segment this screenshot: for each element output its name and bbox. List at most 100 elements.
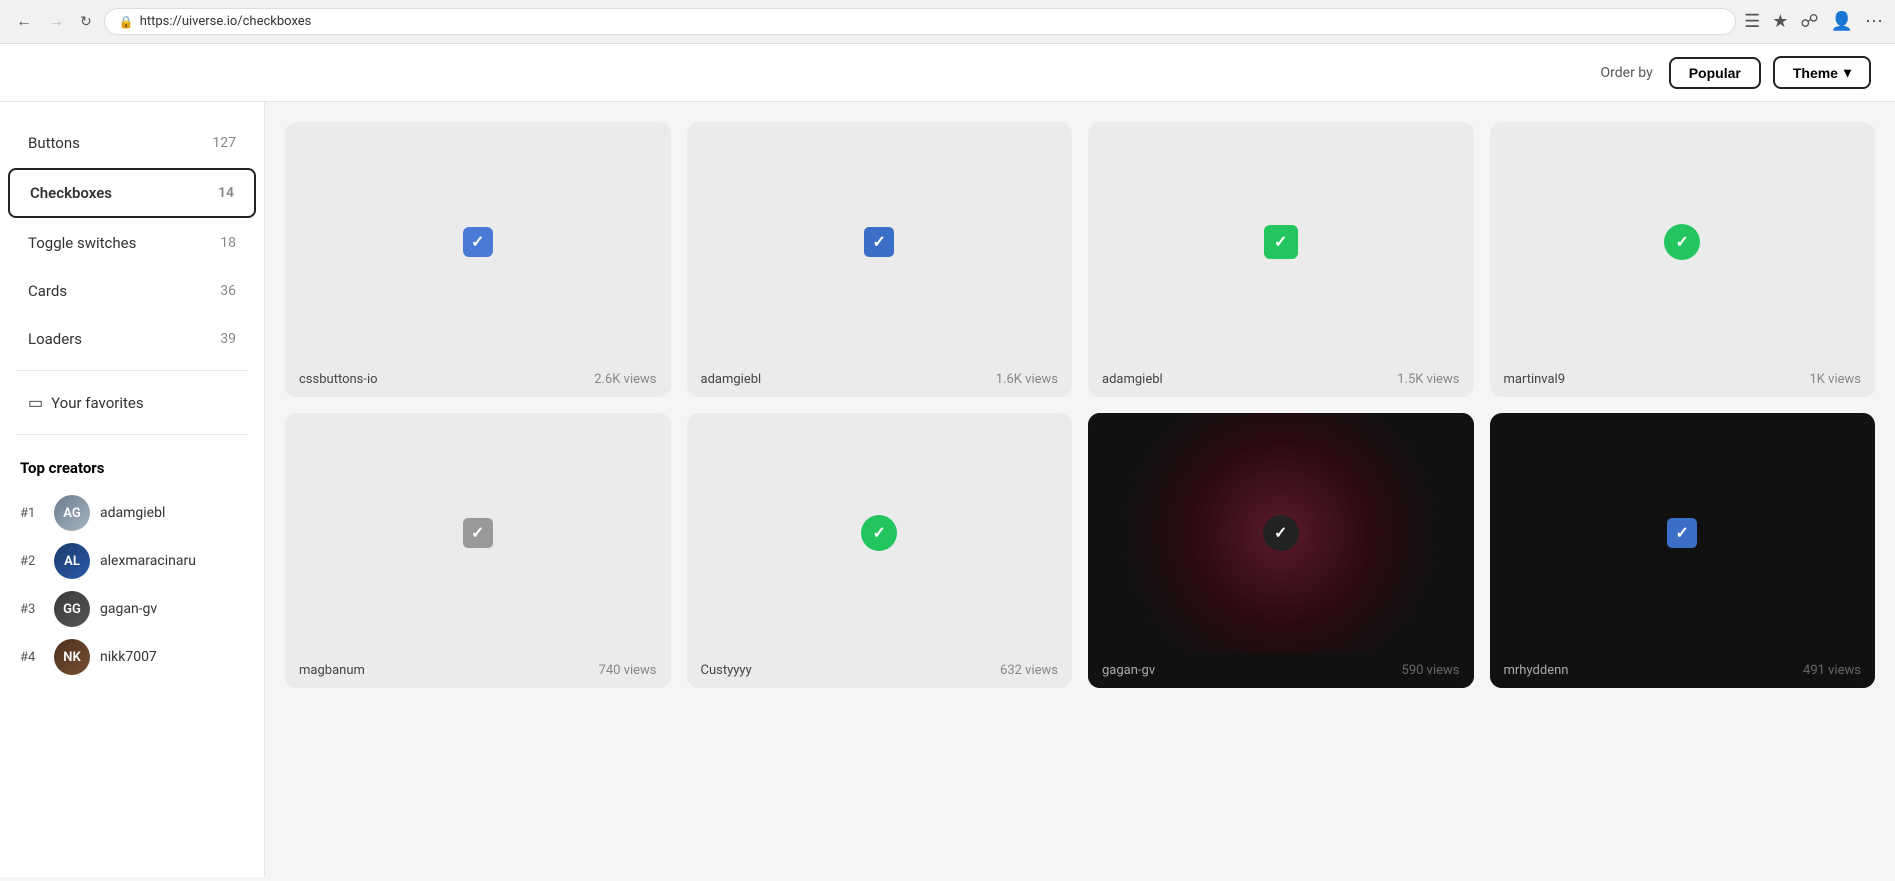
sidebar-item-label: Checkboxes	[30, 184, 112, 202]
checkbox-icon: ✓	[463, 227, 493, 257]
sidebar-divider-2	[16, 434, 248, 435]
checkbox-icon: ✓	[861, 515, 897, 551]
popular-button[interactable]: Popular	[1669, 57, 1761, 89]
card-views: 491 views	[1803, 663, 1861, 678]
card-author: adamgiebl	[701, 372, 762, 387]
card-preview: ✓	[285, 122, 671, 362]
card-author: cssbuttons-io	[299, 372, 378, 387]
card-footer: magbanum 740 views	[285, 653, 671, 688]
content-area: Buttons 127 Checkboxes 14 Toggle switches 18 C…	[0, 102, 1895, 877]
card-item[interactable]: ✓ adamgiebl 1.5K views	[1088, 122, 1474, 397]
card-preview: ✓	[1490, 413, 1876, 653]
creator-avatar: NK	[54, 639, 90, 675]
card-views: 1.5K views	[1397, 372, 1459, 387]
card-author: Custyyyy	[701, 663, 752, 678]
creator-item-4[interactable]: #4 NK nikk7007	[20, 633, 244, 681]
creator-avatar: GG	[54, 591, 90, 627]
back-button[interactable]: ←	[12, 9, 36, 35]
sidebar-item-buttons[interactable]: Buttons 127	[8, 120, 256, 166]
card-preview: ✓	[285, 413, 671, 653]
card-preview: ✓	[1088, 413, 1474, 653]
sidebar-item-cards[interactable]: Cards36	[8, 268, 256, 314]
page-wrapper: Order by Popular Theme ▾ Buttons 127 Check…	[0, 44, 1895, 877]
creator-item-1[interactable]: #1 AG adamgiebl	[20, 489, 244, 537]
sidebar-item-loaders[interactable]: Loaders 39	[8, 316, 256, 362]
creator-avatar: AL	[54, 543, 90, 579]
card-views: 1.6K views	[996, 372, 1058, 387]
sidebar-item-count: 14	[218, 185, 234, 201]
card-item[interactable]: ✓ mrhyddenn 491 views	[1490, 413, 1876, 688]
theme-button[interactable]: Theme ▾	[1773, 56, 1871, 89]
menu-icon[interactable]: ⋯	[1865, 11, 1883, 32]
sidebar-item-toggle-switches[interactable]: Toggle switches 18	[8, 220, 256, 266]
creator-avatar: AG	[54, 495, 90, 531]
chevron-down-icon: ▾	[1844, 64, 1851, 81]
top-creators-title: Top creators	[20, 459, 244, 477]
creator-name: alexmaracinaru	[100, 553, 196, 569]
sidebar-item-count: 39	[220, 331, 236, 347]
sidebar: Buttons 127 Checkboxes 14 Toggle switches 18 C…	[0, 102, 265, 877]
url-text: https://uiverse.io/checkboxes	[140, 14, 312, 29]
lock-icon: 🔒	[119, 15, 134, 29]
creator-item-2[interactable]: #2 AL alexmaracinaru	[20, 537, 244, 585]
card-views: 1K views	[1809, 372, 1861, 387]
star-icon[interactable]: ★	[1772, 11, 1788, 32]
creator-name: gagan-gv	[100, 601, 157, 617]
card-views: 2.6K views	[594, 372, 656, 387]
card-item[interactable]: ✓ martinval9 1K views	[1490, 122, 1876, 397]
main-content: ✓ cssbuttons-io 2.6K views ✓ adamgiebl 1…	[265, 102, 1895, 877]
card-item[interactable]: ✓ Custyyyy 632 views	[687, 413, 1073, 688]
favorites-item[interactable]: ▭ Your favorites	[8, 379, 256, 426]
checkbox-icon: ✓	[1664, 224, 1700, 260]
checkbox-icon: ✓	[1264, 225, 1298, 259]
card-item[interactable]: ✓ cssbuttons-io 2.6K views	[285, 122, 671, 397]
favorites-label: Your favorites	[51, 394, 143, 412]
creator-rank: #1	[20, 506, 44, 521]
address-bar[interactable]: 🔒 https://uiverse.io/checkboxes	[104, 8, 1736, 35]
checkbox-icon: ✓	[864, 227, 894, 257]
creator-item-3[interactable]: #3 GG gagan-gv	[20, 585, 244, 633]
card-views: 740 views	[599, 663, 657, 678]
sidebar-item-label: Buttons	[28, 134, 80, 152]
sidebar-item-checkboxes[interactable]: Checkboxes 14	[8, 168, 256, 218]
card-item[interactable]: ✓ adamgiebl 1.6K views	[687, 122, 1073, 397]
checkbox-icon: ✓	[1263, 515, 1299, 551]
card-author: magbanum	[299, 663, 365, 678]
bookmark-icon: ▭	[28, 393, 43, 412]
creator-rank: #3	[20, 602, 44, 617]
sidebar-item-count: 127	[212, 135, 236, 151]
card-preview: ✓	[1490, 122, 1876, 362]
card-preview: ✓	[687, 413, 1073, 653]
card-footer: Custyyyy 632 views	[687, 653, 1073, 688]
top-creators-section: Top creators #1 AG adamgiebl #2 AL alexm…	[0, 443, 264, 689]
card-item[interactable]: ✓ magbanum 740 views	[285, 413, 671, 688]
theme-label: Theme	[1793, 65, 1838, 81]
card-item[interactable]: ✓ gagan-gv 590 views	[1088, 413, 1474, 688]
card-footer: adamgiebl 1.5K views	[1088, 362, 1474, 397]
creator-name: nikk7007	[100, 649, 157, 665]
card-preview: ✓	[1088, 122, 1474, 362]
card-footer: adamgiebl 1.6K views	[687, 362, 1073, 397]
sidebar-item-label: Toggle switches	[28, 234, 136, 252]
reload-button[interactable]: ↻	[76, 9, 96, 34]
forward-button[interactable]: →	[44, 9, 68, 35]
creator-name: adamgiebl	[100, 505, 165, 521]
cards-grid: ✓ cssbuttons-io 2.6K views ✓ adamgiebl 1…	[285, 122, 1875, 688]
sidebar-item-count: 18	[220, 235, 236, 251]
browser-chrome: ← → ↻ 🔒 https://uiverse.io/checkboxes ☰ …	[0, 0, 1895, 44]
card-author: gagan-gv	[1102, 663, 1155, 678]
order-label: Order by	[1601, 65, 1653, 81]
sidebar-item-label: Cards	[28, 282, 67, 300]
sidebar-item-label: Loaders	[28, 330, 82, 348]
checkbox-icon: ✓	[1667, 518, 1697, 548]
reader-icon[interactable]: ☰	[1744, 11, 1760, 32]
checkbox-icon: ✓	[463, 518, 493, 548]
card-author: mrhyddenn	[1504, 663, 1569, 678]
card-author: martinval9	[1504, 372, 1566, 387]
profile-icon[interactable]: 👤	[1831, 11, 1853, 32]
creator-rank: #4	[20, 650, 44, 665]
sidebar-divider	[16, 370, 248, 371]
card-footer: cssbuttons-io 2.6K views	[285, 362, 671, 397]
browser-actions: ☰ ★ ☍ 👤 ⋯	[1744, 11, 1883, 32]
collection-icon[interactable]: ☍	[1800, 11, 1818, 32]
